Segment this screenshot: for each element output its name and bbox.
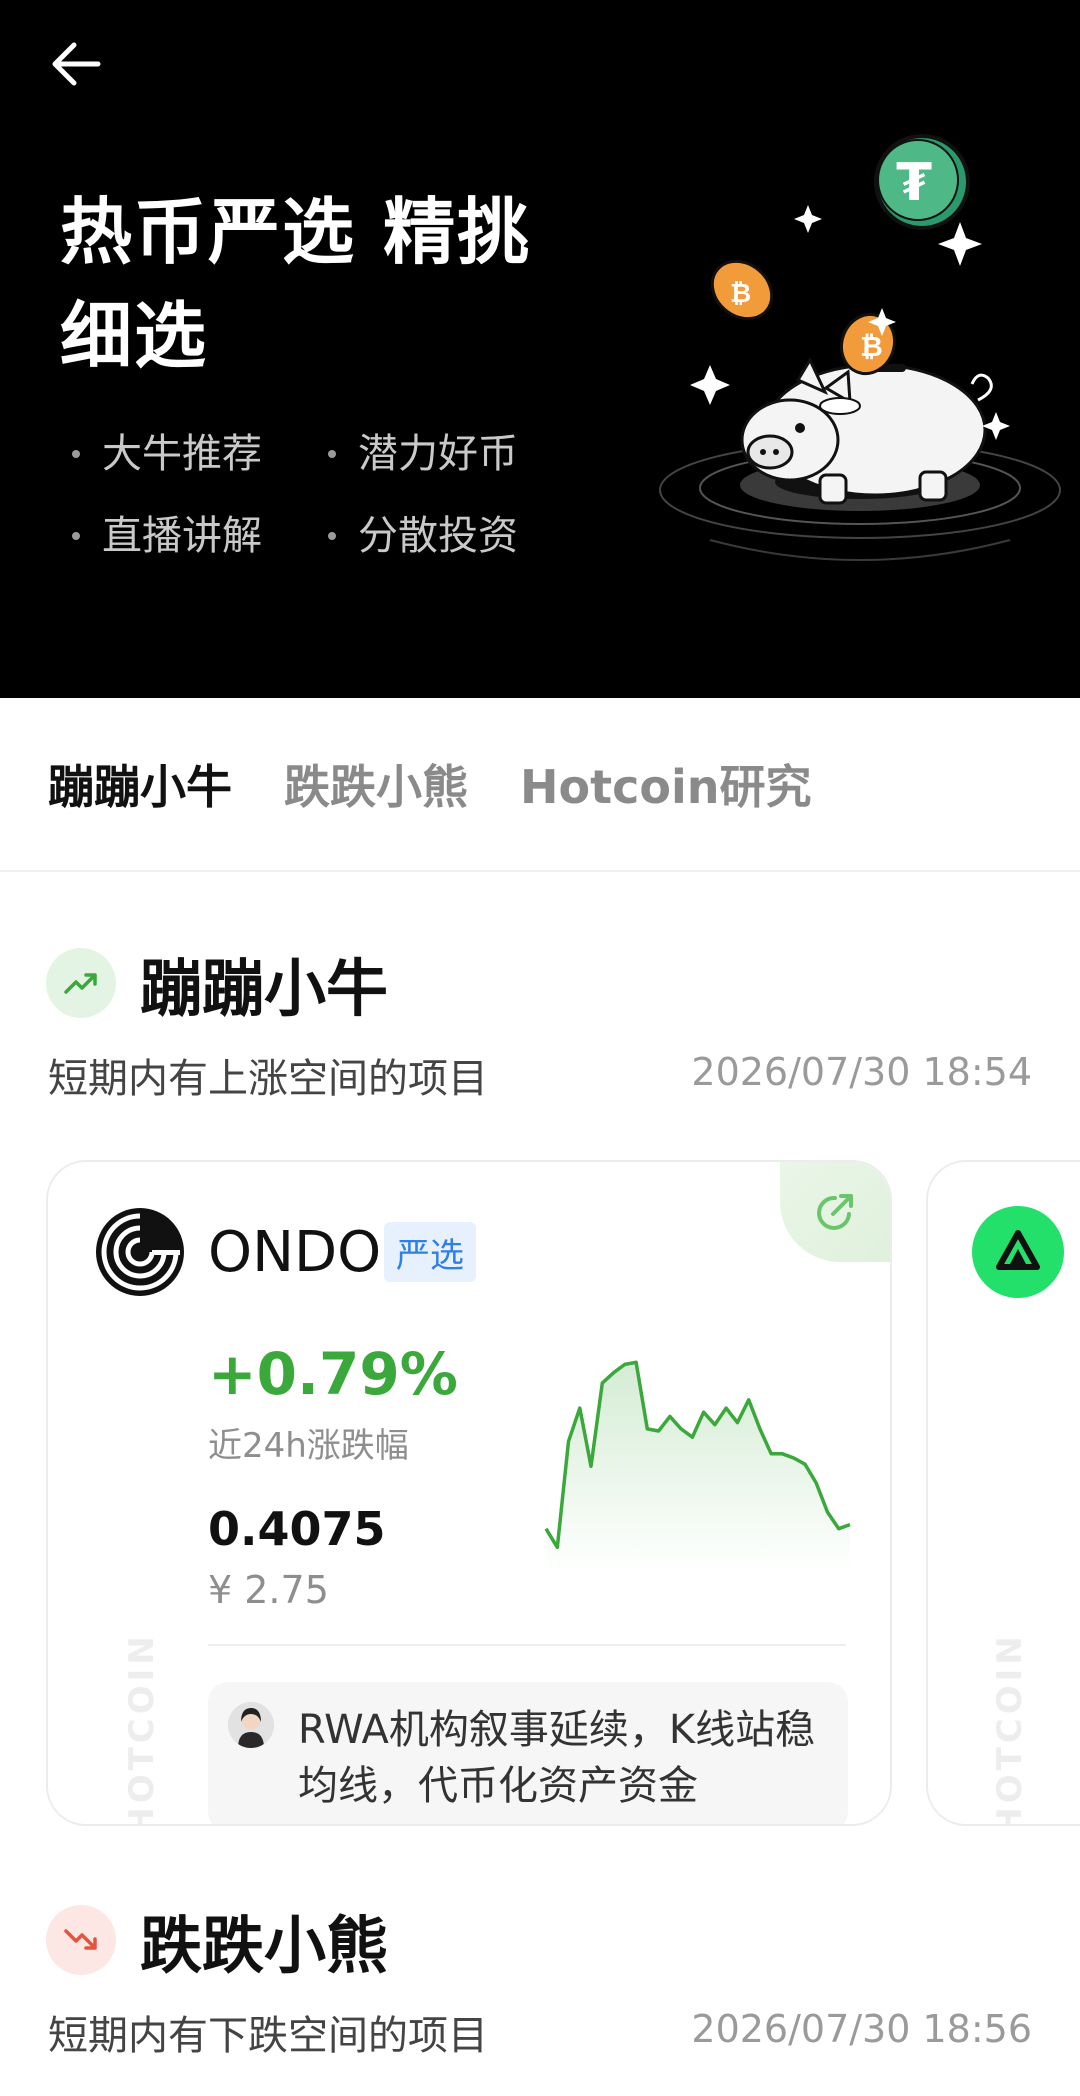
tab-hotcoin-research[interactable]: Hotcoin研究 xyxy=(520,751,811,817)
price-sparkline-chart xyxy=(544,1360,851,1572)
piggy-bank-illustration: ₿ ₿ ₮ xyxy=(659,134,1061,561)
price-change-percent: +0.79% xyxy=(208,1340,458,1408)
hotcoin-watermark: HOTCOIN xyxy=(990,1632,1031,1826)
hero-banner: 热币严选 精挑细选 大牛推荐 潜力好币 直播讲解 分散投资 ₿ ₿ ₮ xyxy=(0,0,1080,698)
bullet-dot-icon xyxy=(72,450,80,458)
analyst-avatar xyxy=(228,1702,274,1748)
category-tabs: 蹦蹦小牛 跌跌小熊 Hotcoin研究 xyxy=(0,698,1080,872)
bull-section-header: 蹦蹦小牛 xyxy=(46,938,388,1028)
hero-feature-list: 大牛推荐 潜力好币 直播讲解 分散投资 xyxy=(72,430,592,560)
bull-section-subtitle: 短期内有上涨空间的项目 xyxy=(48,1056,488,1102)
bullet-dot-icon xyxy=(328,532,336,540)
featured-badge: 严选 xyxy=(384,1222,476,1282)
hero-feature-item: 分散投资 xyxy=(328,512,584,560)
hero-feature-item: 潜力好币 xyxy=(328,430,584,478)
tab-bear[interactable]: 跌跌小熊 xyxy=(284,751,468,817)
tab-bull[interactable]: 蹦蹦小牛 xyxy=(48,751,232,817)
trending-up-icon xyxy=(46,948,116,1018)
bullet-dot-icon xyxy=(328,450,336,458)
hero-feature-item: 直播讲解 xyxy=(72,512,328,560)
hero-title: 热币严选 精挑细选 xyxy=(60,190,532,378)
back-button[interactable] xyxy=(44,32,108,96)
analyst-comment[interactable]: RWA机构叙事延续，K线站稳均线，代币化资产资金 xyxy=(208,1682,848,1824)
ondo-logo-icon xyxy=(96,1208,184,1296)
coin-symbol: ONDO xyxy=(208,1220,382,1285)
svg-text:₿: ₿ xyxy=(730,279,751,309)
hotcoin-watermark: HOTCOIN xyxy=(122,1632,163,1826)
bull-section-title: 蹦蹦小牛 xyxy=(140,952,389,1025)
share-button[interactable] xyxy=(780,1162,890,1262)
coin-price-cny: ¥ 2.75 xyxy=(208,1568,329,1612)
bull-section-timestamp: 2026/07/30 18:54 xyxy=(691,1050,1032,1094)
bear-section-subtitle: 短期内有下跌空间的项目 xyxy=(48,2013,488,2059)
bear-section-title: 跌跌小熊 xyxy=(140,1909,389,1982)
price-change-label: 近24h涨跌幅 xyxy=(208,1426,409,1466)
svg-text:₮: ₮ xyxy=(896,153,932,213)
analyst-comment-text: RWA机构叙事延续，K线站稳均线，代币化资产资金 xyxy=(298,1707,816,1809)
trending-down-icon xyxy=(46,1905,116,1975)
arrow-left-icon xyxy=(52,42,101,86)
hero-feature-item: 大牛推荐 xyxy=(72,430,328,478)
bear-section-timestamp: 2026/07/30 18:56 xyxy=(691,2007,1032,2051)
coin-card-next[interactable]: HOTCOIN xyxy=(926,1160,1080,1826)
svg-text:₿: ₿ xyxy=(860,330,883,363)
bear-section-header: 跌跌小熊 xyxy=(46,1895,388,1985)
bullet-dot-icon xyxy=(72,532,80,540)
card-divider xyxy=(208,1644,846,1646)
coin-price: 0.4075 xyxy=(208,1502,386,1556)
coin-logo-icon xyxy=(972,1206,1064,1298)
coin-card[interactable]: ONDO 严选 +0.79% 近24h涨跌幅 0.4075 ¥ 2.75 RWA… xyxy=(46,1160,892,1826)
share-icon xyxy=(817,1194,853,1230)
